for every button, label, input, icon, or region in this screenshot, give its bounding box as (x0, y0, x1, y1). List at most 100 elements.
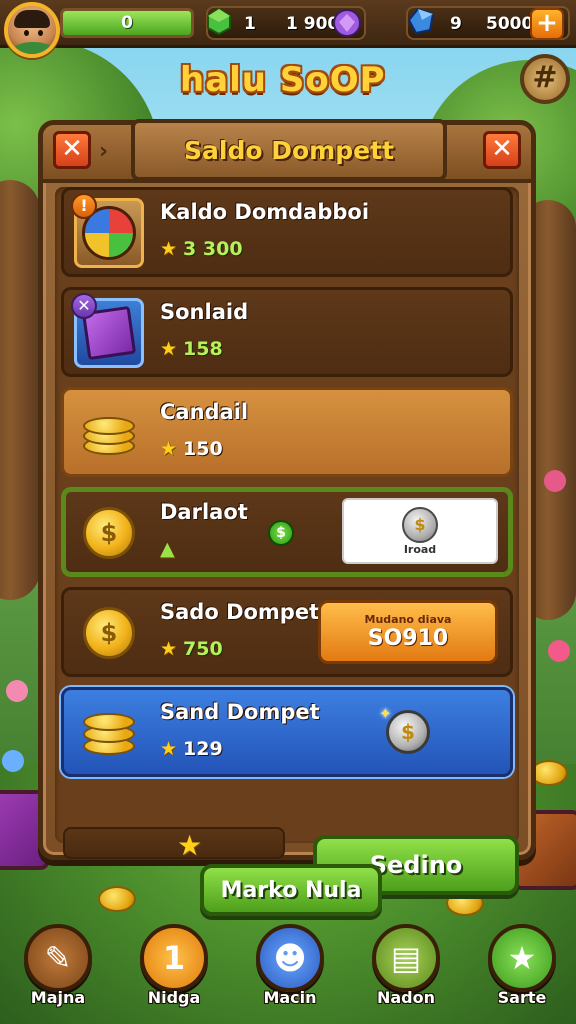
nav-item-sarte[interactable]: ★ Sarte (484, 924, 560, 1020)
alert-badge: ! (71, 193, 97, 219)
star-icon: ★ (488, 924, 556, 992)
item-name: Sand Dompet (160, 700, 320, 724)
buy-button-subtitle: Mudano diava (364, 613, 452, 626)
nav-label: Sarte (497, 988, 547, 1007)
panel-header: ✕ › Saldo Dompett ✕ (43, 119, 531, 183)
market-button[interactable]: Marko Nula (200, 864, 382, 916)
reward-card-label: Iroad (403, 542, 437, 556)
resource2-count: 9 (450, 14, 462, 34)
gold-coin-icon: $ (83, 607, 135, 659)
ground-coin (98, 886, 136, 912)
nav-label: Majna (30, 988, 86, 1007)
star-icon: ★ (177, 829, 203, 862)
nav-item-macin[interactable]: ☻ Macin (252, 924, 328, 1020)
item-icon-frame: $ (74, 498, 144, 568)
item-name: Candail (160, 400, 249, 424)
avatar-eye (38, 30, 43, 36)
star-icon: ★ (160, 238, 178, 260)
silver-coin-icon: $ (402, 506, 438, 543)
buy-button[interactable]: Mudano diava SO910 (318, 600, 498, 664)
item-price-value: 129 (183, 738, 223, 760)
item-icon-frame: ! (71, 193, 144, 268)
item-price: ★ 158 (160, 338, 223, 360)
chevron-right-icon: › (99, 139, 109, 164)
add-currency-button[interactable]: + (530, 8, 564, 40)
resource-gems-counter[interactable]: 1 1 900 (206, 6, 366, 40)
list-item[interactable]: $ Darlaot ▲ $ $ Iroad (61, 487, 513, 577)
item-price: ★ 129 (160, 738, 223, 760)
coin-stack-icon (81, 407, 137, 459)
item-name: Darlaot (160, 500, 248, 524)
ghost-icon: ☻ (256, 924, 324, 992)
item-price: ★ 3 300 (160, 238, 243, 260)
item-price: ★ 750 (160, 638, 223, 660)
market-button-label: Marko Nula (220, 877, 362, 903)
list-item[interactable]: $ Sado Dompet ★ 750 Mudano diava SO910 (61, 587, 513, 677)
player-avatar[interactable] (4, 2, 60, 58)
flower (6, 680, 28, 702)
close-button-left[interactable]: ✕ (53, 131, 91, 169)
avatar-hair (14, 10, 50, 28)
close-badge: ✕ (71, 293, 97, 319)
reward-card[interactable]: $ Iroad (342, 498, 498, 564)
tree-trunk (0, 180, 40, 600)
item-price-value: 750 (183, 638, 223, 660)
top-hud: 0 1 1 900 9 5000 + (0, 0, 576, 48)
star-icon: ★ (160, 738, 178, 760)
number-one-icon: 1 (140, 924, 208, 992)
item-icon-frame (74, 698, 144, 768)
nav-item-nadon[interactable]: ▤ Nadon (368, 924, 444, 1020)
green-gem-icon (207, 7, 231, 36)
nav-label: Nidga (147, 988, 201, 1007)
wallet-panel: ✕ › Saldo Dompett ✕ ! Kaldo Domdabboi ★ … (38, 119, 536, 895)
close-button-right[interactable]: ✕ (483, 131, 521, 169)
green-coin-icon: $ (268, 520, 294, 546)
map-icon: ▤ (372, 924, 440, 992)
nav-label: Macin (263, 988, 317, 1007)
item-list: ! Kaldo Domdabboi ★ 3 300 ✕ Sonlaid ★ 15… (55, 187, 519, 895)
item-name: Kaldo Domdabboi (160, 200, 370, 224)
item-price-value: 3 300 (183, 238, 243, 260)
pencil-icon: ✎ (24, 924, 92, 992)
progress-strip (63, 827, 285, 859)
panel-title-plate: Saldo Dompett (131, 119, 447, 181)
list-item[interactable]: Candail ★ 150 (61, 387, 513, 477)
resource2-amount: 5000 (486, 14, 534, 34)
sparkle-icon: ✦ (378, 704, 392, 723)
resource-crystal-counter[interactable]: 9 5000 + (406, 6, 570, 40)
nav-item-nidga[interactable]: 1 Nidga (136, 924, 212, 1020)
game-title: halu SoOP (180, 60, 386, 100)
list-item-selected[interactable]: Sand Dompet ★ 129 $ ✦ (61, 687, 513, 777)
resource1-count: 1 (244, 14, 256, 34)
item-name: Sado Dompet (160, 600, 320, 624)
star-icon: ★ (160, 338, 178, 360)
xp-bar: 0 (60, 8, 194, 38)
flower (2, 750, 24, 772)
item-name: Sonlaid (160, 300, 249, 324)
list-item[interactable]: ! Kaldo Domdabboi ★ 3 300 (61, 187, 513, 277)
nav-label: Nadon (376, 988, 436, 1007)
list-item[interactable]: ✕ Sonlaid ★ 158 (61, 287, 513, 377)
item-price: ★ 150 (160, 438, 223, 460)
tag-icon: ▲ (160, 538, 175, 560)
silver-coin-icon: $ (386, 710, 430, 754)
xp-value: 0 (121, 13, 133, 33)
star-icon: ★ (160, 438, 178, 460)
nav-item-majna[interactable]: ✎ Majna (20, 924, 96, 1020)
flower (544, 470, 566, 492)
avatar-eye (24, 30, 29, 36)
item-price-value: 150 (183, 438, 223, 460)
buy-button-amount: SO910 (367, 626, 449, 651)
item-icon-frame: ✕ (71, 293, 144, 368)
star-icon: ★ (160, 638, 178, 660)
settings-button[interactable]: # (520, 54, 570, 104)
item-price-value: 158 (183, 338, 223, 360)
send-button-label: Sedino (369, 851, 463, 879)
coin-stack-icon (81, 707, 137, 759)
flower (548, 640, 570, 662)
item-icon-frame (74, 398, 144, 468)
item-icon-frame: $ (74, 598, 144, 668)
gold-coin-icon: $ (83, 507, 135, 559)
purple-gem-icon (333, 9, 361, 37)
panel-title: Saldo Dompett (184, 135, 394, 165)
